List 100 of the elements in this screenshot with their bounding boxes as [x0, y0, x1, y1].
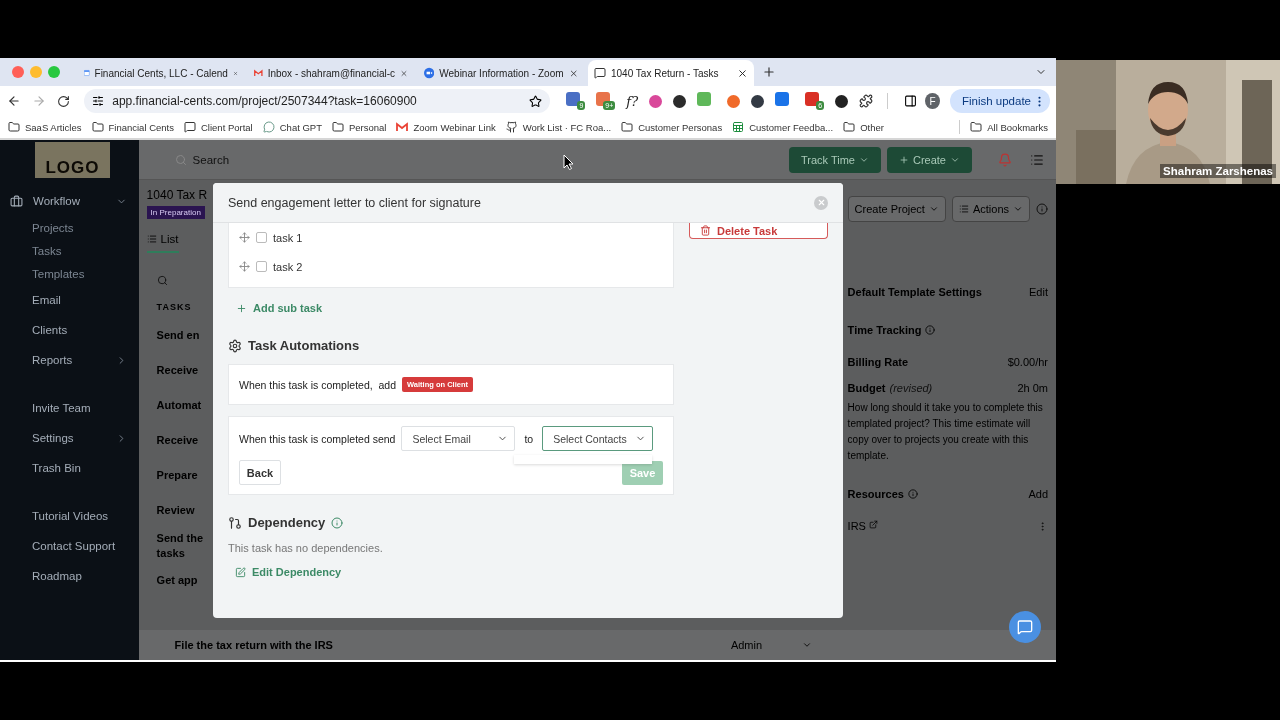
sidebar-subitem[interactable]: Tasks: [0, 239, 139, 262]
branch-icon: [228, 515, 242, 530]
project-title: 1040 Tax R: [146, 188, 209, 202]
extension-icon[interactable]: [673, 94, 687, 108]
participant-name: Shahram Zarshenas: [1160, 164, 1276, 178]
search-icon: [156, 275, 168, 286]
bookmark[interactable]: Other: [843, 121, 884, 133]
github-icon: [505, 121, 518, 133]
finish-update-button[interactable]: Finish update: [949, 89, 1050, 113]
field-label: Budget: [847, 382, 886, 394]
section-title: Resources: [847, 488, 918, 500]
site-settings-icon[interactable]: [92, 95, 105, 107]
close-icon[interactable]: [737, 67, 748, 79]
browser-tab[interactable]: 1040 Tax Return - Tasks: [588, 60, 754, 86]
delete-task-button[interactable]: Delete Task: [689, 223, 828, 239]
section-heading: Task Automations: [248, 338, 360, 353]
sidebar-item[interactable]: Roadmap: [0, 561, 139, 591]
info-icon[interactable]: [1036, 203, 1048, 215]
external-link-icon: [868, 520, 878, 529]
email-select[interactable]: Select Email: [401, 426, 516, 451]
edit-icon: [235, 566, 246, 578]
drag-handle-icon[interactable]: [239, 261, 250, 272]
sidebar-item[interactable]: Settings: [0, 423, 139, 453]
plus-icon: [236, 302, 247, 314]
close-icon: [816, 198, 826, 207]
actions-button[interactable]: Actions: [951, 196, 1030, 222]
caret-icon: [928, 204, 939, 214]
bookmark-star-icon[interactable]: [529, 94, 543, 108]
joiner-text: to: [524, 432, 534, 445]
list-icon: [146, 234, 157, 244]
mail-icon: [254, 68, 263, 78]
back-icon[interactable]: [7, 94, 22, 108]
bookmark[interactable]: Financial Cents: [91, 121, 174, 133]
help-text: How long should it take you to complete this templated project? This time estimate will copy over to projects you create with this template.: [847, 401, 1044, 463]
mail-icon: [396, 122, 409, 132]
sidebar-item[interactable]: Reports: [0, 345, 139, 375]
forward-icon[interactable]: [32, 94, 47, 108]
sidebar-subitem[interactable]: Projects: [0, 216, 139, 239]
back-button[interactable]: Back: [239, 460, 281, 485]
folder-icon: [843, 121, 856, 133]
checkbox[interactable]: [256, 261, 267, 272]
bookmark[interactable]: Personal: [332, 121, 387, 133]
sidebar-item[interactable]: Contact Support: [0, 531, 139, 561]
folder-icon: [621, 121, 634, 133]
field-note: (revised): [889, 382, 933, 394]
close-window-button[interactable]: [12, 66, 24, 78]
extensions-icon[interactable]: [859, 94, 874, 108]
browser-tab[interactable]: Webinar Information - Zoom: [418, 60, 584, 86]
field-label: Billing Rate: [847, 356, 909, 368]
menu-icon[interactable]: [1030, 152, 1044, 167]
extension-icon[interactable]: [835, 94, 849, 108]
bookmark[interactable]: Zoom Webinar Link: [396, 121, 496, 133]
reload-icon[interactable]: [57, 94, 71, 108]
bookmark[interactable]: All Bookmarks: [970, 121, 1048, 133]
cursor-icon: [563, 154, 574, 170]
rule-text: When this task is completed send: [239, 432, 396, 445]
sidebar-item[interactable]: Clients: [0, 315, 139, 345]
folder-icon: [332, 121, 344, 133]
logo: LOGO: [35, 142, 110, 178]
create-project-button[interactable]: Create Project: [847, 196, 946, 222]
sidebar-item[interactable]: Invite Team: [0, 393, 139, 423]
side-panel-icon[interactable]: [904, 94, 918, 108]
sidebar-item[interactable]: Tutorial Videos: [0, 501, 139, 531]
checkbox[interactable]: [256, 232, 267, 243]
new-tab-icon[interactable]: [762, 65, 776, 79]
bookmark[interactable]: Chat GPT: [262, 121, 322, 133]
zoom-window-button[interactable]: [48, 66, 60, 78]
bookmark[interactable]: Work List · FC Roa...: [505, 121, 612, 133]
sidebar-item[interactable]: Trash Bin: [0, 453, 139, 483]
rule-text: When this task is completed, add: [239, 378, 396, 391]
sidebar-subitem[interactable]: Templates: [0, 262, 139, 285]
field-value: 2h 0m: [1017, 382, 1048, 394]
subtask-label: task 2: [273, 260, 303, 273]
track-time-button[interactable]: Track Time: [788, 146, 881, 173]
extension-icon[interactable]: [751, 94, 765, 108]
video-icon: [424, 67, 435, 79]
chat-icon: [1017, 619, 1033, 635]
drag-handle-icon[interactable]: [239, 232, 250, 243]
folder-icon: [91, 121, 104, 133]
folder-icon: [970, 121, 983, 133]
bookmark[interactable]: Customer Feedba...: [732, 121, 834, 133]
profile-avatar[interactable]: F: [925, 93, 940, 109]
section-title: Default Template Settings: [847, 286, 982, 298]
browser-tab[interactable]: Inbox - shahram@financial-c: [248, 60, 414, 86]
sidebar-item[interactable]: Email: [0, 285, 139, 315]
sidebar-item[interactable]: Workflow: [0, 186, 139, 216]
create-button[interactable]: Create: [886, 146, 972, 173]
subtask-label: task 1: [273, 231, 303, 244]
task-name[interactable]: File the tax return with the IRS: [174, 637, 333, 653]
address-bar[interactable]: app.financial-cents.com/project/2507344?task=16060900: [84, 89, 551, 113]
bookmark[interactable]: Customer Personas: [621, 121, 723, 133]
browser-tab[interactable]: Financial Cents, LLC - Calend: [78, 60, 244, 86]
add-subtask-link[interactable]: Add sub task: [236, 302, 323, 314]
column-heading: TASKS: [156, 302, 193, 312]
empty-message: This task has no dependencies.: [228, 542, 384, 554]
extension-icon[interactable]: f?: [626, 93, 639, 109]
bookmark[interactable]: Client Portal: [184, 121, 253, 133]
edit-dependency-link[interactable]: Edit Dependency: [235, 566, 342, 578]
bookmark[interactable]: SaaS Articles: [8, 121, 82, 133]
info-icon: [331, 516, 344, 529]
